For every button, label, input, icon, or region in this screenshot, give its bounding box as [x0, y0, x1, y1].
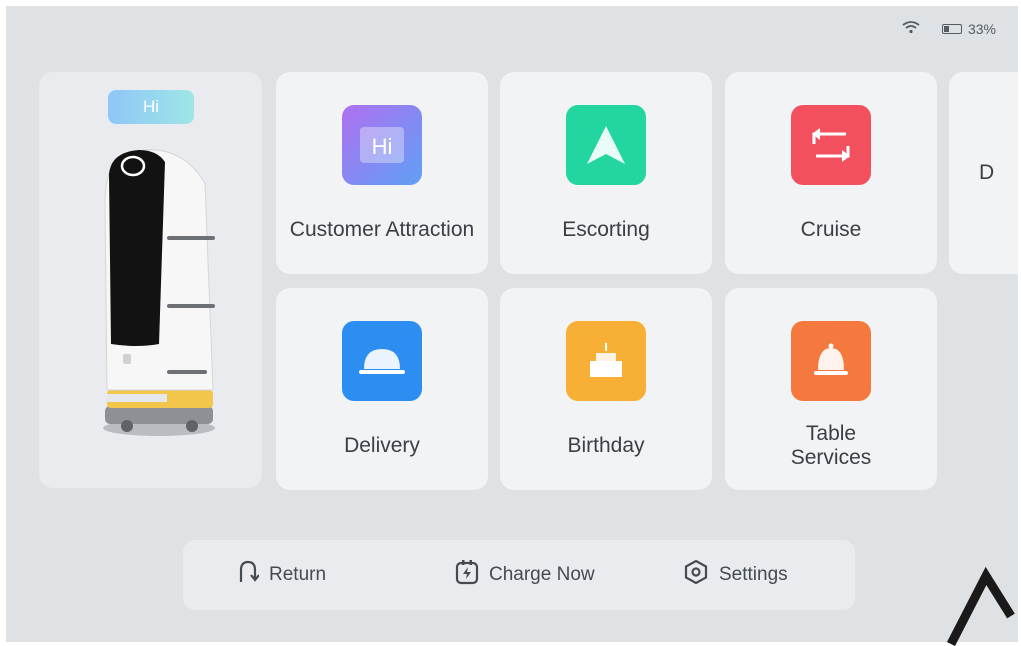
status-bar: 33% [902, 20, 996, 37]
robot-home-screen: 33% Hi Hi Customer Attraction Escorting … [6, 6, 1018, 642]
return-label: Return [269, 564, 327, 585]
charge-now-button[interactable]: Charge Now [455, 559, 595, 591]
battery-indicator: 33% [941, 20, 996, 37]
watermark-mark [946, 566, 1015, 646]
hi-icon: Hi [342, 105, 422, 185]
hi-badge: Hi [108, 90, 194, 124]
tile-label: Escorting [562, 217, 650, 241]
navigation-arrow-icon [566, 105, 646, 185]
bottom-bar: Return Charge Now Settings [183, 540, 855, 610]
tile-label: Birthday [567, 433, 645, 457]
tile-label: Delivery [344, 433, 420, 457]
wifi-icon [902, 20, 920, 37]
tile-cruise[interactable]: Cruise [725, 72, 937, 274]
tile-delivery[interactable]: Delivery [276, 288, 488, 490]
settings-icon [683, 559, 709, 591]
charge-now-label: Charge Now [489, 564, 595, 585]
tile-escorting[interactable]: Escorting [500, 72, 712, 274]
return-button[interactable]: Return [237, 560, 326, 590]
battery-percent: 33% [967, 20, 996, 37]
settings-label: Settings [719, 564, 788, 585]
food-cloche-icon [342, 321, 422, 401]
tile-label: D [979, 161, 995, 184]
tile-label: Customer Attraction [289, 217, 475, 241]
tile-customer-attraction[interactable]: Hi Customer Attraction [276, 72, 488, 274]
charge-icon [455, 559, 479, 591]
tile-partial[interactable]: D [949, 72, 1018, 274]
tile-label: Cruise [800, 217, 862, 241]
robot-image [103, 149, 215, 436]
loop-arrows-icon [791, 105, 871, 185]
cake-icon [566, 321, 646, 401]
tile-table-services[interactable]: Table Services [725, 288, 937, 490]
settings-button[interactable]: Settings [683, 559, 788, 591]
bell-icon [791, 321, 871, 401]
robot-panel: Hi [39, 72, 262, 488]
tile-label: Table Services [790, 421, 872, 469]
svg-text:Hi: Hi [372, 134, 393, 159]
battery-icon [941, 23, 962, 34]
tile-birthday[interactable]: Birthday [500, 288, 712, 490]
return-icon [237, 560, 260, 590]
